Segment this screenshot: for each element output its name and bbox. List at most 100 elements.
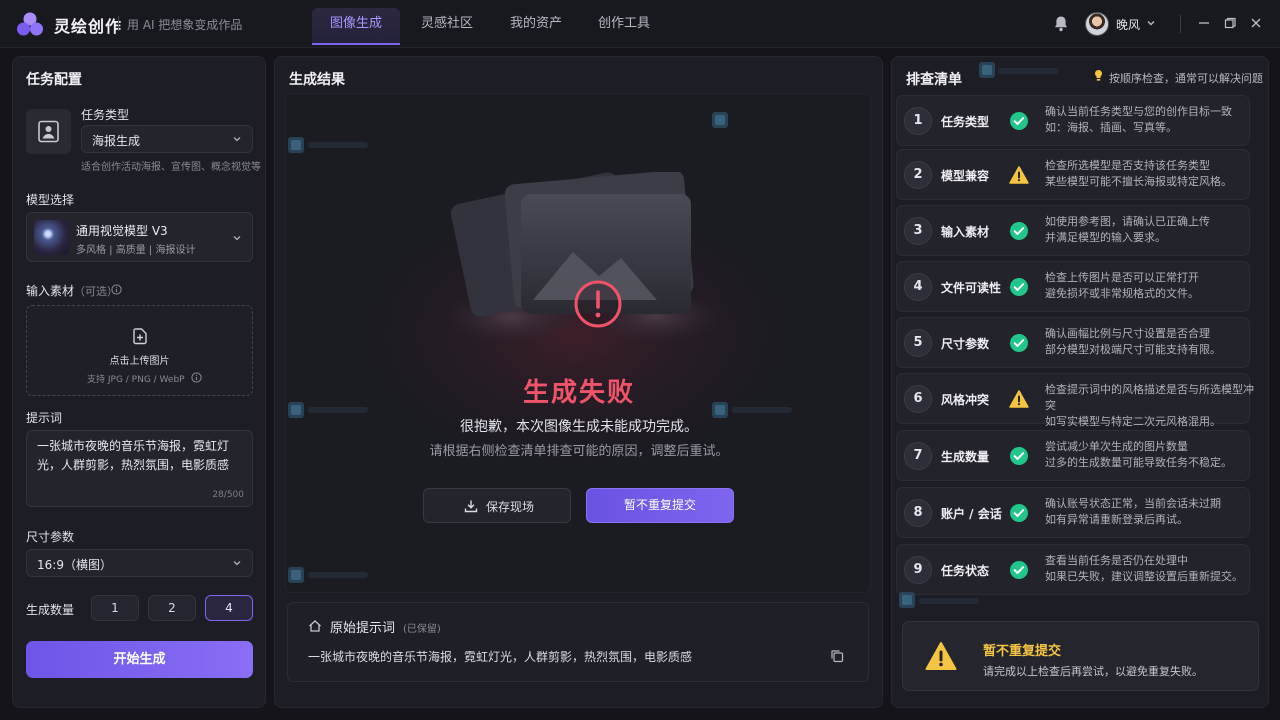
step-desc-line1: 查看当前任务是否仍在处理中 [1045, 554, 1188, 567]
copy-icon[interactable] [830, 649, 844, 663]
prompt-textarea[interactable]: 一张城市夜晚的音乐节海报，霓虹灯光，人群剪影，热烈氛围，电影质感 28/500 [26, 430, 253, 507]
fail-message: 很抱歉，本次图像生成未能成功完成。 [460, 419, 698, 435]
step-name: 任务状态 [941, 564, 990, 578]
task-type-select[interactable]: 海报生成 [81, 125, 253, 153]
model-thumbnail [34, 220, 69, 255]
maximize-icon[interactable] [1223, 16, 1237, 30]
step-desc-line2: 并满足模型的输入要求。 [1045, 231, 1166, 244]
step-number: 8 [904, 499, 932, 527]
step-desc-line1: 如使用参考图，请确认已正确上传 [1045, 215, 1210, 228]
quantity-option-2[interactable]: 2 [148, 595, 196, 621]
input-material-label: 输入素材（可选） [26, 282, 118, 299]
step-desc-line1: 检查上传图片是否可以正常打开 [1045, 271, 1199, 284]
panel-title: 任务配置 [26, 72, 82, 88]
checklist-item[interactable]: 2 模型兼容 检查所选模型是否支持该任务类型 某些模型可能不擅长海报或特定风格。 [896, 149, 1250, 200]
check-circle-icon [1009, 277, 1029, 297]
window-divider [1180, 15, 1181, 33]
username[interactable]: 晚风 [1116, 16, 1140, 33]
prompt-label: 提示词 [26, 411, 63, 425]
quantity-option-1[interactable]: 1 [91, 595, 139, 621]
quantity-label: 生成数量 [26, 603, 75, 617]
warning-callout: 暂不重复提交 请完成以上检查后再尝试，以避免重复失败。 [902, 621, 1259, 691]
check-circle-icon [1009, 221, 1029, 241]
checklist-item[interactable]: 7 生成数量 尝试减少单次生成的图片数量 过多的生成数量可能导致任务不稳定。 [896, 430, 1250, 481]
step-description: 确认画幅比例与尺寸设置是否合理 部分模型对极端尺寸可能支持有限。 [1045, 326, 1255, 358]
step-name: 任务类型 [941, 115, 990, 129]
step-name: 账户 / 会话 [941, 507, 1002, 521]
step-number: 7 [904, 442, 932, 470]
quantity-option-4[interactable]: 4 [205, 595, 253, 621]
app-name: 灵绘创作 [54, 17, 123, 36]
watermark-text [919, 598, 979, 604]
checklist-item[interactable]: 8 账户 / 会话 确认账号状态正常，当前会话未过期 如有异常请重新登录后再试。 [896, 487, 1250, 538]
check-circle-icon [1009, 503, 1029, 523]
lightbulb-icon [1095, 70, 1102, 81]
step-desc-line2: 过多的生成数量可能导致任务不稳定。 [1045, 456, 1232, 469]
result-panel: 生成结果 生成失败 很抱歉，本次图像生成未能成功完成。 请根据右侧检查清单排查可… [274, 56, 883, 708]
watermark-text [308, 142, 368, 148]
bell-icon[interactable] [1053, 15, 1069, 32]
original-prompt-card: 原始提示词 (已保留) 一张城市夜晚的音乐节海报，霓虹灯光，人群剪影，热烈氛围，… [287, 602, 869, 682]
step-description: 确认当前任务类型与您的创作目标一致 如：海报、插画、写真等。 [1045, 104, 1255, 136]
step-name: 输入素材 [941, 225, 990, 239]
tab-my-assets[interactable]: 我的资产 [500, 8, 572, 45]
upload-formats: 支持 JPG / PNG / WebP [87, 375, 185, 385]
step-number: 6 [904, 385, 932, 413]
step-name: 模型兼容 [941, 169, 990, 183]
checklist-item[interactable]: 9 任务状态 查看当前任务是否仍在处理中 如果已失败，建议调整设置后重新提交。 [896, 544, 1250, 595]
tab-inspiration[interactable]: 灵感社区 [410, 8, 484, 45]
checklist-tip: 按顺序检查，通常可以解决问题 [1109, 72, 1263, 85]
close-icon[interactable] [1249, 16, 1263, 30]
original-prompt-kept: (已保留) [403, 624, 441, 635]
check-circle-icon [1009, 446, 1029, 466]
prompt-text: 一张城市夜晚的音乐节海报，霓虹灯光，人群剪影，热烈氛围，电影质感 [37, 439, 230, 472]
avatar[interactable] [1085, 12, 1109, 36]
watermark-icon [288, 137, 304, 153]
checklist-item[interactable]: 4 文件可读性 检查上传图片是否可以正常打开 避免损坏或非常规格式的文件。 [896, 261, 1250, 312]
watermark-icon [288, 567, 304, 583]
watermark-icon [712, 112, 728, 128]
model-tags: 多风格 | 高质量 | 海报设计 [76, 245, 196, 256]
no-resubmit-button[interactable]: 暂不重复提交 [586, 488, 734, 523]
download-icon [464, 500, 478, 513]
original-prompt-text: 一张城市夜晚的音乐节海报，霓虹灯光，人群剪影，热烈氛围，电影质感 [308, 650, 693, 664]
save-state-button[interactable]: 保存现场 [423, 488, 571, 523]
step-desc-line2: 避免损坏或非常规格式的文件。 [1045, 287, 1199, 300]
model-label: 模型选择 [26, 193, 75, 207]
step-desc-line2: 部分模型对极端尺寸可能支持有限。 [1045, 343, 1221, 356]
step-description: 检查提示词中的风格描述是否与所选模型冲突 如写实模型与特定二次元风格混用。 [1045, 382, 1255, 430]
step-number: 1 [904, 107, 932, 135]
info-icon[interactable] [191, 372, 202, 383]
task-type-label: 任务类型 [81, 108, 130, 122]
watermark-icon [979, 62, 995, 78]
step-description: 检查上传图片是否可以正常打开 避免损坏或非常规格式的文件。 [1045, 270, 1255, 302]
tab-image-generation[interactable]: 图像生成 [312, 8, 400, 45]
step-desc-line1: 检查提示词中的风格描述是否与所选模型冲突 [1045, 383, 1254, 412]
step-description: 如使用参考图，请确认已正确上传 并满足模型的输入要求。 [1045, 214, 1255, 246]
start-generate-button[interactable]: 开始生成 [26, 641, 253, 678]
step-description: 尝试减少单次生成的图片数量 过多的生成数量可能导致任务不稳定。 [1045, 439, 1255, 471]
checklist-item[interactable]: 3 输入素材 如使用参考图，请确认已正确上传 并满足模型的输入要求。 [896, 205, 1250, 256]
panel-title: 排查清单 [906, 72, 962, 88]
size-value: 16:9（横图） [37, 558, 112, 572]
step-desc-line2: 如：海报、插画、写真等。 [1045, 121, 1177, 134]
minimize-icon[interactable] [1197, 16, 1211, 30]
check-circle-icon [1009, 333, 1029, 353]
model-name: 通用视觉模型 V3 [76, 224, 168, 238]
top-bar: 灵绘创作 用 AI 把想象变成作品 图像生成 灵感社区 我的资产 创作工具 晚风 [0, 0, 1280, 48]
upload-dropzone[interactable]: 点击上传图片 支持 JPG / PNG / WebP [26, 305, 253, 396]
info-icon[interactable] [111, 284, 122, 295]
checklist-panel: 排查清单 按顺序检查，通常可以解决问题 1 任务类型 确认当前任务类型与您的创作目标… [891, 56, 1269, 708]
checklist-item[interactable]: 5 尺寸参数 确认画幅比例与尺寸设置是否合理 部分模型对极端尺寸可能支持有限。 [896, 317, 1250, 368]
panel-title: 生成结果 [289, 72, 345, 88]
step-number: 2 [904, 161, 932, 189]
prompt-count: 28/500 [212, 490, 244, 500]
size-select[interactable]: 16:9（横图） [26, 549, 253, 577]
brand-divider [118, 16, 119, 31]
checklist-item[interactable]: 1 任务类型 确认当前任务类型与您的创作目标一致 如：海报、插画、写真等。 [896, 95, 1250, 146]
model-select[interactable]: 通用视觉模型 V3 多风格 | 高质量 | 海报设计 [26, 212, 253, 262]
tab-creation-tools[interactable]: 创作工具 [588, 8, 660, 45]
checklist-item[interactable]: 6 风格冲突 检查提示词中的风格描述是否与所选模型冲突 如写实模型与特定二次元风格混用… [896, 373, 1254, 428]
app-slogan: 用 AI 把想象变成作品 [127, 18, 243, 32]
chevron-down-icon[interactable] [1146, 18, 1156, 28]
